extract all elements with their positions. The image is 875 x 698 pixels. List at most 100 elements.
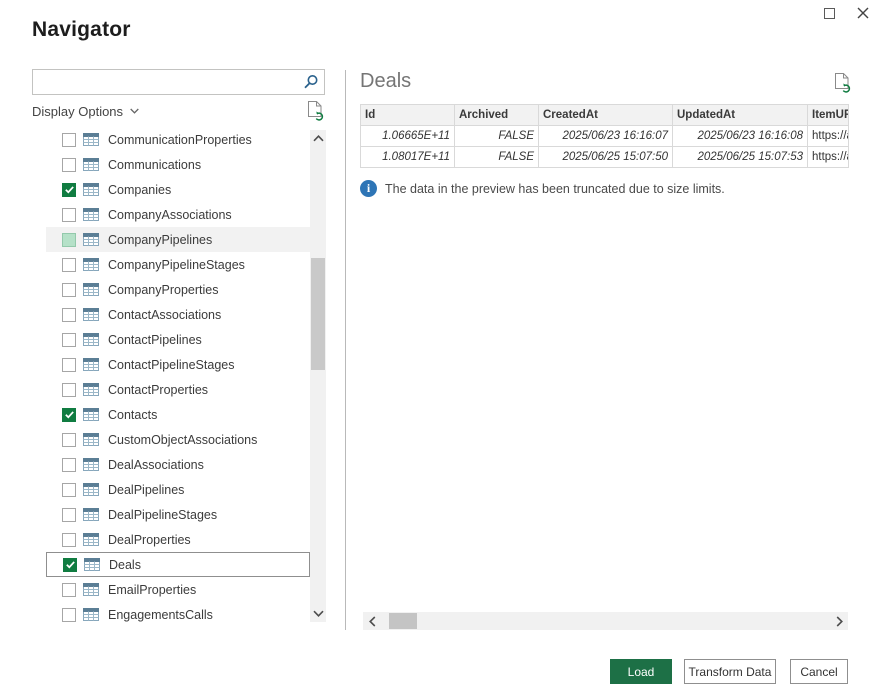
tree-item-CompanyAssociations[interactable]: CompanyAssociations (46, 202, 310, 227)
maximize-icon (824, 8, 835, 19)
checkbox[interactable] (62, 358, 76, 372)
checkbox[interactable] (62, 258, 76, 272)
tree-item-ContactAssociations[interactable]: ContactAssociations (46, 302, 310, 327)
table-cell: https://a (808, 147, 849, 168)
table-icon (83, 458, 99, 471)
column-header: Id (361, 105, 455, 126)
tree-item-label: DealProperties (108, 533, 191, 547)
tree-item-CommunicationProperties[interactable]: CommunicationProperties (46, 127, 310, 152)
table-icon (83, 433, 99, 446)
table-icon (83, 133, 99, 146)
tree-item-CompanyPipelines[interactable]: CompanyPipelines (46, 227, 310, 252)
preview-table-header: IdArchivedCreatedAtUpdatedAtItemURL (361, 105, 849, 126)
table-icon (83, 383, 99, 396)
checkbox[interactable] (62, 608, 76, 622)
table-icon (83, 508, 99, 521)
tree-item-DealAssociations[interactable]: DealAssociations (46, 452, 310, 477)
table-cell: FALSE (455, 147, 539, 168)
checkbox[interactable] (62, 133, 76, 147)
checkbox[interactable] (62, 233, 76, 247)
checkbox[interactable] (62, 508, 76, 522)
tree-item-label: ContactPipelines (108, 333, 202, 347)
checkbox[interactable] (62, 583, 76, 597)
search-input[interactable] (33, 70, 298, 94)
scroll-up-icon[interactable] (310, 130, 326, 147)
checkbox-checked[interactable] (62, 408, 76, 422)
tree-item-label: Deals (109, 558, 141, 572)
checkbox[interactable] (62, 333, 76, 347)
transform-data-button[interactable]: Transform Data (684, 659, 776, 684)
close-button[interactable] (853, 3, 873, 23)
preview-table: IdArchivedCreatedAtUpdatedAtItemURL 1.06… (360, 104, 849, 168)
tree-item-CompanyPipelineStages[interactable]: CompanyPipelineStages (46, 252, 310, 277)
cancel-button[interactable]: Cancel (790, 659, 848, 684)
checkbox[interactable] (62, 533, 76, 547)
display-options-dropdown[interactable]: Display Options (32, 102, 139, 120)
horizontal-scrollbar-thumb[interactable] (389, 613, 417, 629)
checkbox[interactable] (62, 433, 76, 447)
display-options-label: Display Options (32, 104, 123, 119)
table-icon (83, 158, 99, 171)
checkbox-checked[interactable] (63, 558, 77, 572)
refresh-table-icon[interactable] (833, 72, 852, 94)
info-icon: i (360, 180, 377, 197)
table-cell: https://a (808, 126, 849, 147)
tree-scrollbar-thumb[interactable] (311, 258, 325, 370)
tree-item-label: EmailProperties (108, 583, 196, 597)
tree-scrollbar[interactable] (310, 130, 326, 622)
tree-item-label: ContactAssociations (108, 308, 221, 322)
search-icon[interactable] (298, 70, 324, 94)
load-button[interactable]: Load (610, 659, 672, 684)
table-icon (83, 233, 99, 246)
tree-item-Deals[interactable]: Deals (46, 552, 310, 577)
tree-item-DealProperties[interactable]: DealProperties (46, 527, 310, 552)
checkbox[interactable] (62, 383, 76, 397)
tree-item-DealPipelines[interactable]: DealPipelines (46, 477, 310, 502)
tree-item-label: CompanyProperties (108, 283, 218, 297)
preview-horizontal-scrollbar[interactable] (363, 612, 848, 630)
tree-item-label: Communications (108, 158, 201, 172)
tree-item-ContactPipelineStages[interactable]: ContactPipelineStages (46, 352, 310, 377)
table-icon (83, 358, 99, 371)
tree-item-ContactProperties[interactable]: ContactProperties (46, 377, 310, 402)
checkbox[interactable] (62, 283, 76, 297)
tree-item-DealPipelineStages[interactable]: DealPipelineStages (46, 502, 310, 527)
table-cell: 1.06665E+11 (361, 126, 455, 147)
preview-title: Deals (360, 70, 411, 93)
tree-item-label: ContactProperties (108, 383, 208, 397)
table-icon (83, 333, 99, 346)
tree-item-label: DealPipelines (108, 483, 184, 497)
tree-item-EngagementsCalls[interactable]: EngagementsCalls (46, 602, 310, 627)
scroll-right-icon[interactable] (830, 612, 848, 630)
tree-item-CustomObjectAssociations[interactable]: CustomObjectAssociations (46, 427, 310, 452)
tree-item-CompanyProperties[interactable]: CompanyProperties (46, 277, 310, 302)
checkbox[interactable] (62, 208, 76, 222)
scroll-down-icon[interactable] (310, 605, 326, 622)
maximize-button[interactable] (822, 6, 838, 22)
close-icon (853, 3, 873, 23)
table-icon (83, 308, 99, 321)
tree-item-Communications[interactable]: Communications (46, 152, 310, 177)
tree-item-label: Companies (108, 183, 171, 197)
tree-item-ContactPipelines[interactable]: ContactPipelines (46, 327, 310, 352)
tree-item-label: CompanyAssociations (108, 208, 232, 222)
checkbox[interactable] (62, 483, 76, 497)
table-icon (83, 608, 99, 621)
table-icon (83, 408, 99, 421)
scroll-left-icon[interactable] (363, 612, 381, 630)
column-header: UpdatedAt (673, 105, 808, 126)
search-box[interactable] (32, 69, 325, 95)
tree-item-Companies[interactable]: Companies (46, 177, 310, 202)
tree-item-label: Contacts (108, 408, 157, 422)
refresh-preview-icon[interactable] (306, 100, 325, 122)
tree-item-EmailProperties[interactable]: EmailProperties (46, 577, 310, 602)
checkbox[interactable] (62, 158, 76, 172)
checkbox-checked[interactable] (62, 183, 76, 197)
tree-item-Contacts[interactable]: Contacts (46, 402, 310, 427)
info-message: The data in the preview has been truncat… (385, 182, 725, 196)
table-icon (83, 483, 99, 496)
checkbox[interactable] (62, 458, 76, 472)
panel-divider (345, 70, 346, 630)
checkbox[interactable] (62, 308, 76, 322)
table-row: 1.06665E+11FALSE2025/06/23 16:16:072025/… (361, 126, 849, 147)
